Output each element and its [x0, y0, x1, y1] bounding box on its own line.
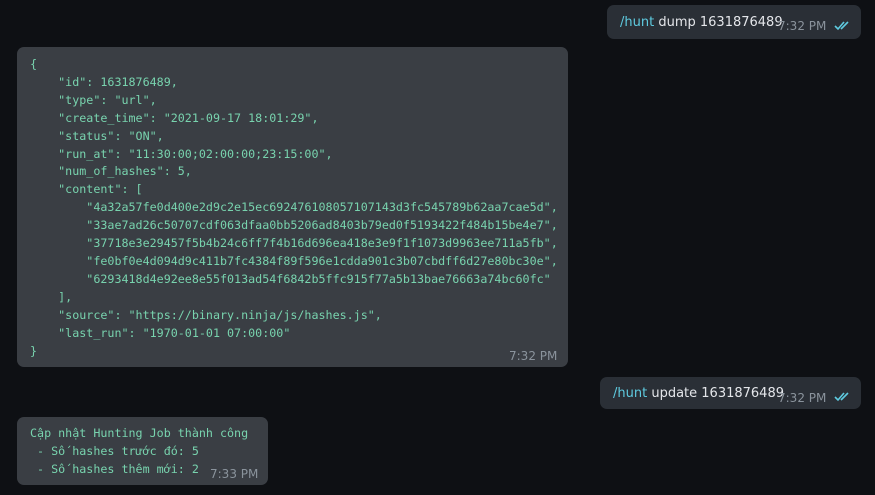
message-time: 7:32 PM [778, 19, 827, 33]
bot-command-link[interactable]: /hunt [613, 386, 647, 401]
message-time: 7:32 PM [778, 391, 827, 405]
message-time: 7:33 PM [210, 467, 259, 481]
command-args: update 1631876489 [651, 386, 784, 401]
message-text: /hunt update 1631876489 [613, 386, 784, 401]
bot-command-link[interactable]: /hunt [620, 15, 654, 30]
incoming-message-update-result[interactable]: Cập nhật Hunting Job thành công - Số has… [17, 417, 268, 485]
message-time: 7:32 PM [509, 349, 558, 363]
incoming-message-json[interactable]: { "id": 1631876489, "type": "url", "crea… [17, 47, 568, 367]
command-args: dump 1631876489 [658, 15, 783, 30]
chat-window: { "messages": [ {"command": "/hunt", "ar… [0, 0, 875, 495]
outgoing-message-update[interactable]: /hunt update 1631876489 7:32 PM [600, 377, 861, 409]
code-block: { "id": 1631876489, "type": "url", "crea… [30, 57, 558, 358]
message-text: /hunt dump 1631876489 [620, 15, 783, 30]
double-check-icon [834, 392, 849, 402]
double-check-icon [834, 21, 849, 31]
outgoing-message-dump[interactable]: /hunt dump 1631876489 7:32 PM [607, 5, 861, 39]
